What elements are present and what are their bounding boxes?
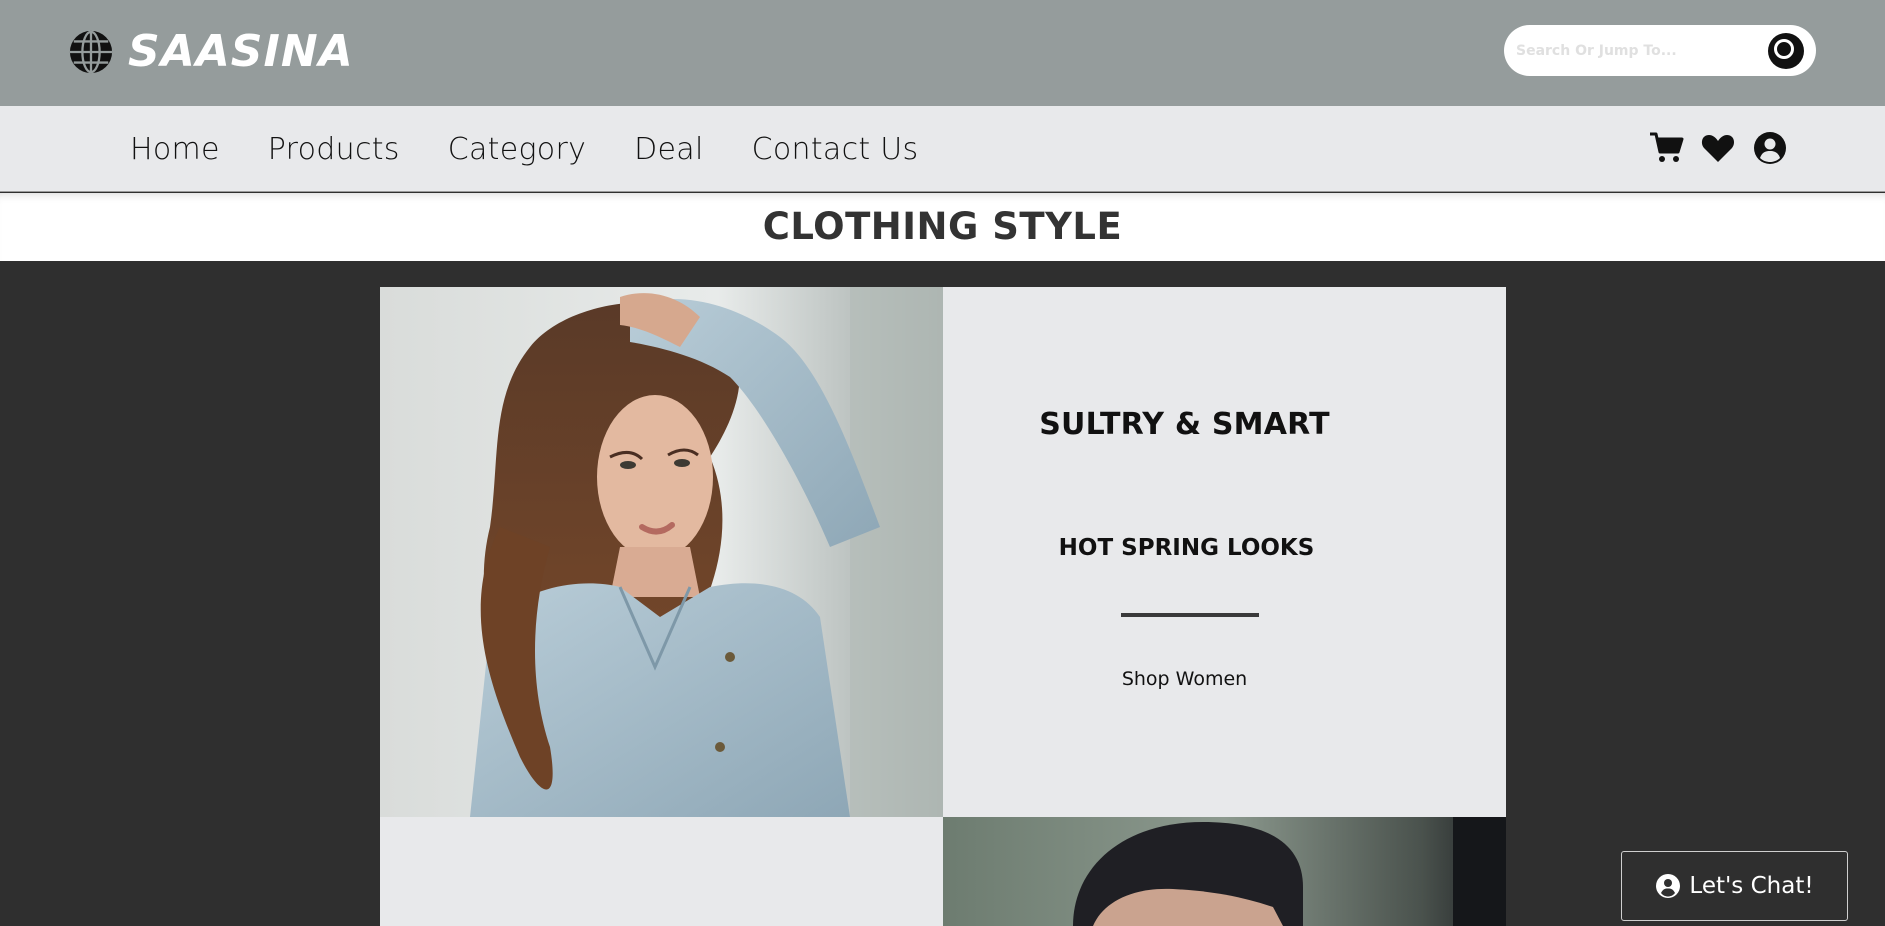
promo-divider [1121,613,1259,617]
heart-icon[interactable] [1700,130,1736,166]
section-title: CLOTHING STYLE [762,205,1123,248]
section-header: CLOTHING STYLE [0,193,1885,261]
nav-links: Home Products Category Deal Contact Us [130,106,966,192]
search-icon[interactable] [1768,33,1804,69]
shop-women-link[interactable]: Shop Women [943,668,1426,690]
brand-name: SAASINA [128,26,354,77]
main-nav: Home Products Category Deal Contact Us [0,106,1885,192]
nav-link-category[interactable]: Category [448,132,586,167]
cart-icon[interactable] [1648,130,1684,166]
promo-tile: SULTRY & SMART HOT SPRING LOOKS Shop Wom… [943,287,1506,817]
nav-link-home[interactable]: Home [130,132,220,167]
globe-icon [69,30,113,74]
user-circle-icon [1656,874,1681,898]
nav-link-products[interactable]: Products [268,132,400,167]
men-model-photo[interactable] [943,817,1506,926]
nav-link-deal[interactable]: Deal [634,132,703,167]
promo-title: SULTRY & SMART [1039,407,1330,442]
top-bar: SAASINA [0,0,1885,106]
women-model-photo[interactable] [380,287,943,817]
men-model-image [943,817,1506,926]
promo-subtitle: HOT SPRING LOOKS [1058,535,1315,561]
chat-label: Let's Chat! [1689,873,1814,899]
nav-link-contact-us[interactable]: Contact Us [752,132,919,167]
chat-button[interactable]: Let's Chat! [1621,851,1848,921]
women-model-image [380,287,943,817]
style-grid: SULTRY & SMART HOT SPRING LOOKS Shop Wom… [380,287,1506,926]
user-circle-icon[interactable] [1752,130,1788,166]
brand-logo[interactable]: SAASINA [68,27,354,77]
search-input[interactable] [1516,37,1766,65]
nav-icons [1648,128,1788,168]
promo-tile-2 [380,817,943,926]
